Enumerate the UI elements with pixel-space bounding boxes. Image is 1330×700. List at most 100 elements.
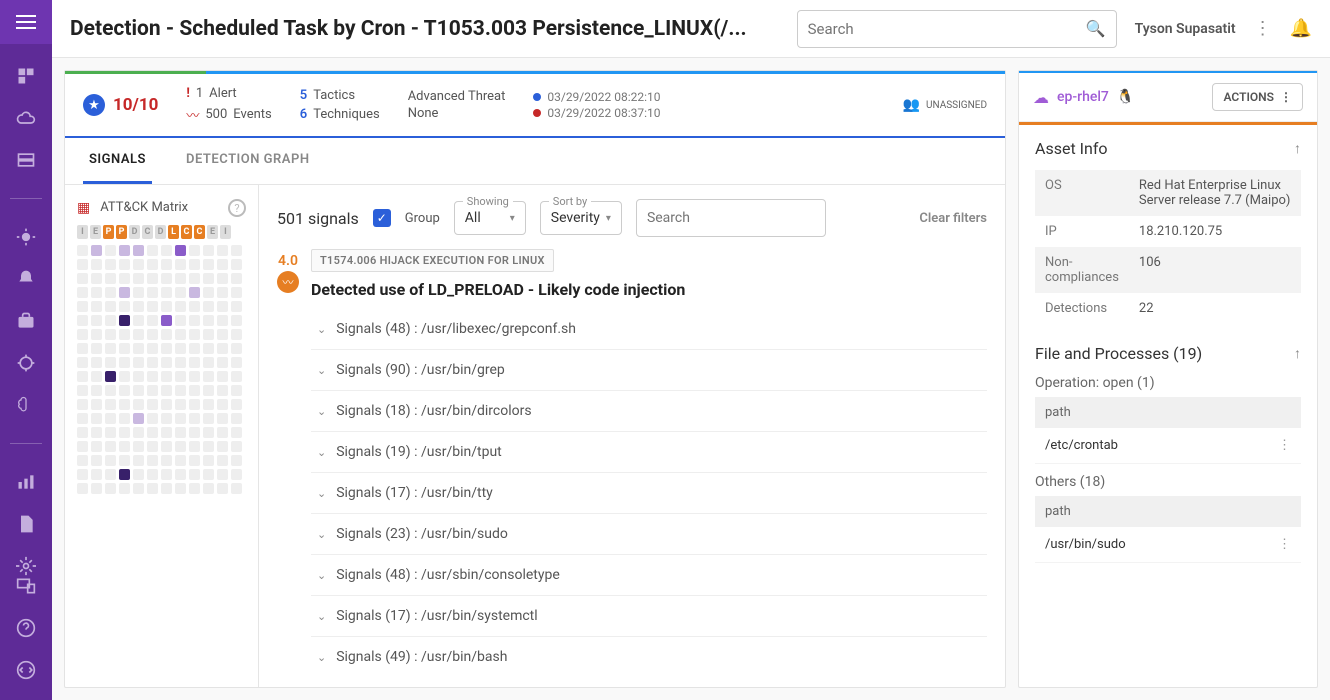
matrix-cell[interactable] — [133, 371, 144, 382]
matrix-cell[interactable] — [133, 427, 144, 438]
matrix-cell[interactable] — [161, 287, 172, 298]
matrix-cell[interactable] — [77, 287, 88, 298]
matrix-cell[interactable] — [133, 385, 144, 396]
matrix-cell[interactable] — [203, 357, 214, 368]
matrix-cell[interactable] — [161, 469, 172, 480]
matrix-cell[interactable] — [217, 287, 228, 298]
matrix-cell[interactable] — [133, 315, 144, 326]
matrix-cell[interactable] — [161, 259, 172, 270]
matrix-cell[interactable] — [119, 357, 130, 368]
signal-group-row[interactable]: ⌄Signals (18) : /usr/bin/dircolors — [311, 390, 987, 431]
matrix-cell[interactable] — [203, 413, 214, 424]
matrix-cell[interactable] — [77, 371, 88, 382]
matrix-cell[interactable] — [217, 441, 228, 452]
matrix-cell[interactable] — [231, 287, 242, 298]
matrix-cell[interactable] — [119, 329, 130, 340]
help-icon[interactable] — [16, 618, 36, 638]
matrix-cell[interactable] — [105, 427, 116, 438]
matrix-cell[interactable] — [203, 427, 214, 438]
matrix-cell[interactable] — [161, 427, 172, 438]
matrix-cell[interactable] — [119, 441, 130, 452]
clear-filters-button[interactable]: Clear filters — [919, 211, 987, 226]
matrix-cell[interactable] — [91, 301, 102, 312]
matrix-cell[interactable] — [161, 357, 172, 368]
matrix-cell[interactable] — [119, 259, 130, 270]
matrix-cell[interactable] — [189, 315, 200, 326]
matrix-cell[interactable] — [203, 245, 214, 256]
signal-group-row[interactable]: ⌄Signals (90) : /usr/bin/grep — [311, 349, 987, 390]
matrix-cell[interactable] — [105, 399, 116, 410]
matrix-cell[interactable] — [133, 455, 144, 466]
search-input[interactable] — [808, 20, 1086, 38]
matrix-cell[interactable] — [217, 343, 228, 354]
cloud-icon[interactable] — [16, 108, 36, 128]
matrix-cell[interactable] — [147, 371, 158, 382]
target-icon[interactable] — [16, 353, 36, 373]
matrix-cell[interactable] — [105, 455, 116, 466]
matrix-cell[interactable] — [231, 245, 242, 256]
matrix-cell[interactable] — [133, 301, 144, 312]
matrix-cell[interactable] — [231, 483, 242, 494]
matrix-cell[interactable] — [91, 413, 102, 424]
matrix-cell[interactable] — [217, 385, 228, 396]
matrix-cell[interactable] — [147, 273, 158, 284]
matrix-cell[interactable] — [161, 399, 172, 410]
matrix-cell[interactable] — [203, 343, 214, 354]
matrix-cell[interactable] — [217, 371, 228, 382]
global-search[interactable]: 🔍 — [797, 10, 1117, 48]
matrix-cell[interactable] — [217, 315, 228, 326]
collapse-icon[interactable]: ↑ — [1294, 140, 1301, 157]
matrix-cell[interactable] — [147, 245, 158, 256]
matrix-cell[interactable] — [189, 371, 200, 382]
menu-toggle[interactable] — [0, 0, 52, 44]
matrix-cell[interactable] — [147, 413, 158, 424]
matrix-cell[interactable] — [133, 287, 144, 298]
matrix-cell[interactable] — [175, 413, 186, 424]
matrix-cell[interactable] — [105, 315, 116, 326]
tab-detection-graph[interactable]: DETECTION GRAPH — [180, 138, 316, 184]
matrix-cell[interactable] — [189, 455, 200, 466]
matrix-cell[interactable] — [175, 455, 186, 466]
matrix-cell[interactable] — [77, 399, 88, 410]
matrix-cell[interactable] — [203, 315, 214, 326]
matrix-cell[interactable] — [175, 259, 186, 270]
matrix-cell[interactable] — [147, 441, 158, 452]
matrix-cell[interactable] — [147, 329, 158, 340]
matrix-cell[interactable] — [175, 371, 186, 382]
matrix-cell[interactable] — [91, 315, 102, 326]
matrix-cell[interactable] — [161, 455, 172, 466]
matrix-cell[interactable] — [231, 413, 242, 424]
matrix-cell[interactable] — [231, 469, 242, 480]
chart-icon[interactable] — [16, 472, 36, 492]
signal-group-row[interactable]: ⌄Signals (49) : /usr/bin/bash — [311, 636, 987, 677]
matrix-cell[interactable] — [105, 329, 116, 340]
matrix-cell[interactable] — [147, 357, 158, 368]
matrix-cell[interactable] — [119, 455, 130, 466]
matrix-cell[interactable] — [91, 329, 102, 340]
matrix-cell[interactable] — [77, 413, 88, 424]
matrix-cell[interactable] — [161, 315, 172, 326]
matrix-cell[interactable] — [231, 343, 242, 354]
matrix-cell[interactable] — [189, 413, 200, 424]
matrix-cell[interactable] — [133, 469, 144, 480]
matrix-cell[interactable] — [77, 301, 88, 312]
matrix-cell[interactable] — [203, 259, 214, 270]
matrix-cell[interactable] — [231, 371, 242, 382]
matrix-cell[interactable] — [175, 399, 186, 410]
matrix-cell[interactable] — [91, 259, 102, 270]
matrix-cell[interactable] — [119, 315, 130, 326]
matrix-cell[interactable] — [119, 399, 130, 410]
matrix-cell[interactable] — [175, 315, 186, 326]
matrix-cell[interactable] — [175, 385, 186, 396]
matrix-cell[interactable] — [119, 385, 130, 396]
matrix-cell[interactable] — [91, 343, 102, 354]
matrix-cell[interactable] — [189, 385, 200, 396]
matrix-cell[interactable] — [147, 315, 158, 326]
matrix-cell[interactable] — [161, 343, 172, 354]
code-icon[interactable] — [16, 660, 36, 680]
sort-select[interactable]: Sort by Severity — [540, 201, 622, 235]
technique-tag[interactable]: T1574.006 HIJACK EXECUTION FOR LINUX — [311, 249, 554, 272]
signal-group-row[interactable]: ⌄Signals (17) : /usr/bin/systemctl — [311, 595, 987, 636]
file-path-row[interactable]: /etc/crontab ⋮ — [1035, 428, 1301, 464]
matrix-cell[interactable] — [119, 273, 130, 284]
